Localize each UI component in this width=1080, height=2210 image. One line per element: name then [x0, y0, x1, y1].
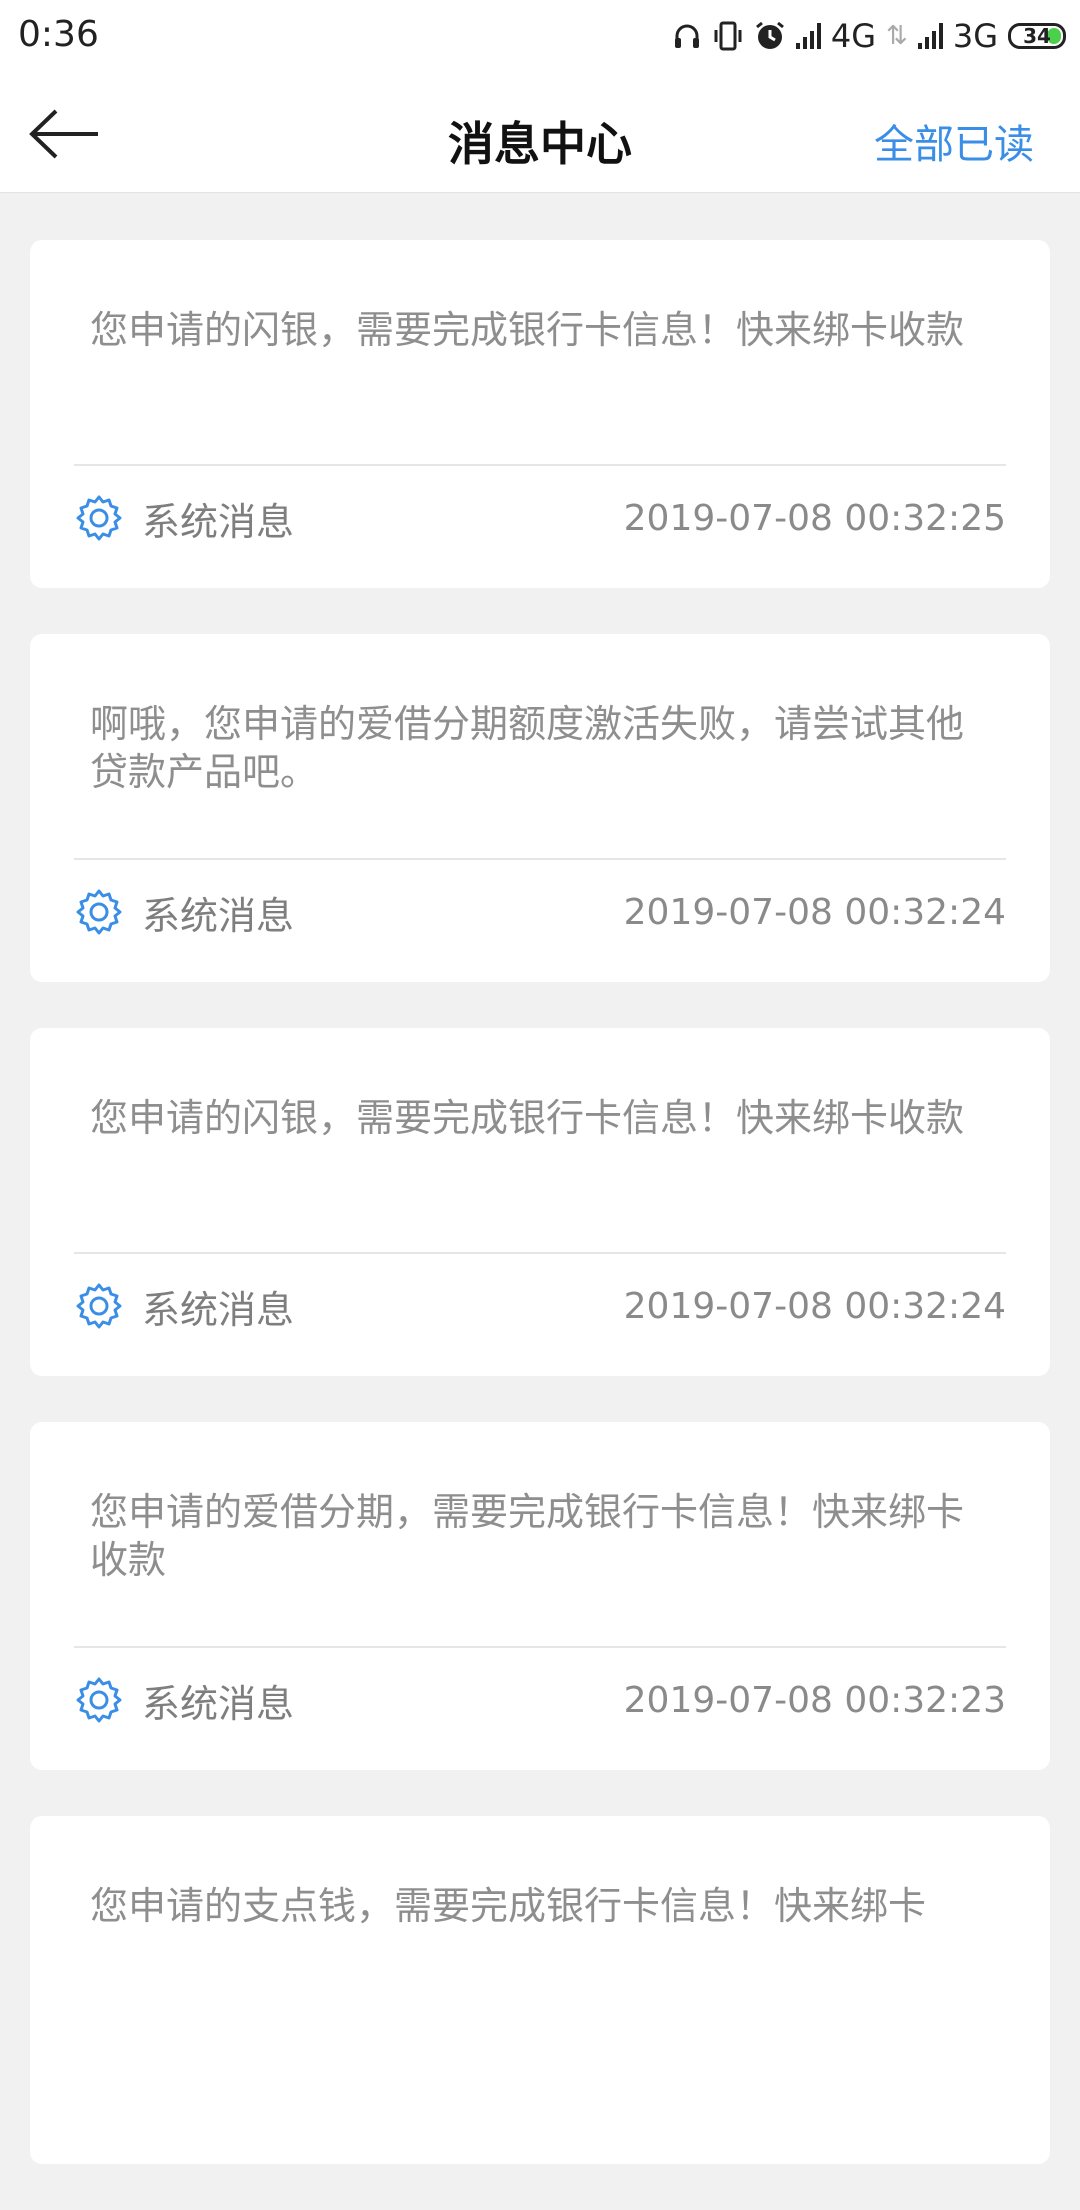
message-time: 2019-07-08 00:32:24 [623, 1285, 1006, 1327]
message-footer: 系统消息 2019-07-08 00:32:24 [74, 1278, 1006, 1334]
message-card[interactable]: 您申请的闪银，需要完成银行卡信息！快来绑卡收款 系统消息 2019-07-08 … [30, 1028, 1050, 1376]
divider [74, 1646, 1006, 1648]
status-icons: 4G ⇅ 3G 34 [672, 14, 1066, 58]
message-footer: 系统消息 2019-07-08 00:32:24 [74, 884, 1006, 940]
message-footer: 系统消息 2019-07-08 00:32:23 [74, 1672, 1006, 1728]
message-card[interactable]: 您申请的闪银，需要完成银行卡信息！快来绑卡收款 系统消息 2019-07-08 … [30, 240, 1050, 588]
message-text: 您申请的闪银，需要完成银行卡信息！快来绑卡收款 [90, 1096, 965, 1140]
message-type: 系统消息 [142, 499, 295, 544]
mark-all-read-button[interactable]: 全部已读 [874, 112, 1034, 170]
message-text: 您申请的闪银，需要完成银行卡信息！快来绑卡收款 [90, 308, 965, 352]
gear-icon [76, 1677, 122, 1723]
divider [74, 1252, 1006, 1254]
message-type: 系统消息 [142, 893, 295, 938]
headphones-icon [674, 24, 699, 48]
gear-icon [76, 495, 122, 541]
message-type: 系统消息 [142, 1287, 295, 1332]
data-arrows-icon: ⇅ [886, 21, 908, 51]
gear-icon [76, 889, 122, 935]
battery-level: 34 [1023, 24, 1051, 48]
status-time: 0:36 [18, 14, 99, 55]
message-type: 系统消息 [142, 1681, 295, 1726]
vibrate-icon [714, 21, 742, 51]
hd-signal-icon [795, 23, 821, 49]
alarm-icon [755, 21, 784, 49]
nav-bar: 消息中心 全部已读 [0, 72, 1080, 193]
message-card[interactable]: 您申请的支点钱，需要完成银行卡信息！快来绑卡 [30, 1816, 1050, 2164]
divider [74, 464, 1006, 466]
message-footer: 系统消息 2019-07-08 00:32:25 [74, 490, 1006, 546]
divider [74, 858, 1006, 860]
gear-icon [76, 1283, 122, 1329]
message-text: 啊哦，您申请的爱借分期额度激活失败，请尝试其他贷款产品吧。 [90, 702, 965, 794]
message-text: 您申请的爱借分期，需要完成银行卡信息！快来绑卡收款 [90, 1490, 965, 1582]
network-3g: 3G [952, 17, 998, 55]
message-time: 2019-07-08 00:32:24 [623, 891, 1006, 933]
status-bar: 0:36 4G ⇅ 3G 34 [0, 0, 1080, 72]
signal-icon [917, 23, 943, 49]
message-time: 2019-07-08 00:32:23 [623, 1679, 1006, 1721]
battery-icon: 34 [1008, 23, 1066, 49]
message-card[interactable]: 您申请的爱借分期，需要完成银行卡信息！快来绑卡收款 系统消息 2019-07-0… [30, 1422, 1050, 1770]
message-list: 您申请的闪银，需要完成银行卡信息！快来绑卡收款 系统消息 2019-07-08 … [30, 240, 1050, 2210]
message-text: 您申请的支点钱，需要完成银行卡信息！快来绑卡 [90, 1884, 927, 1928]
message-time: 2019-07-08 00:32:25 [623, 497, 1006, 539]
message-card[interactable]: 啊哦，您申请的爱借分期额度激活失败，请尝试其他贷款产品吧。 系统消息 2019-… [30, 634, 1050, 982]
network-4g: 4G [830, 17, 877, 55]
